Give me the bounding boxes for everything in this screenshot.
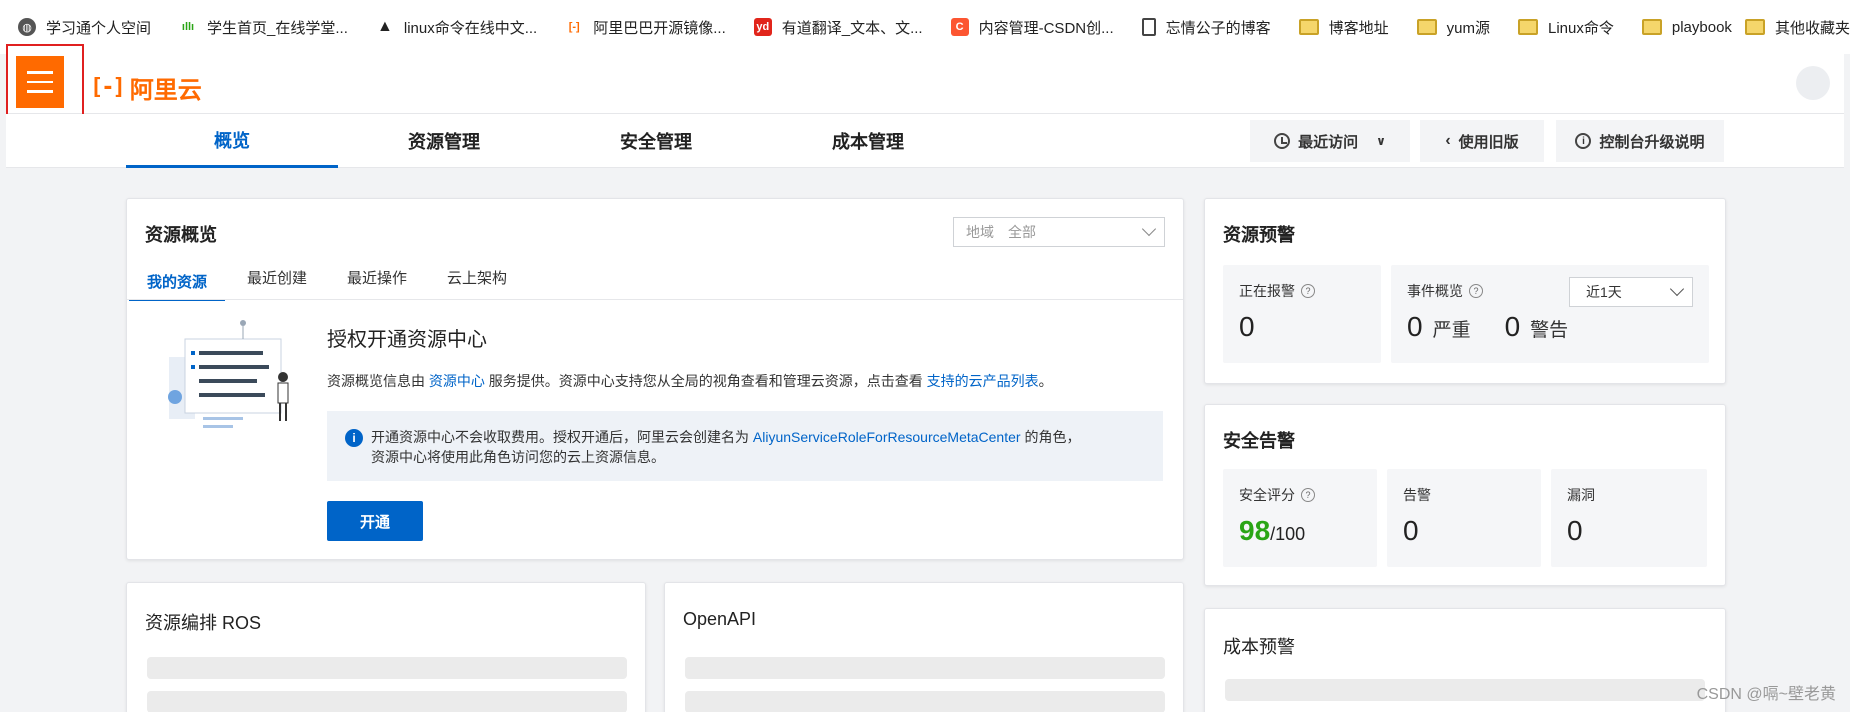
bookmark-folder[interactable]: yum源 [1416, 17, 1490, 38]
watermark: CSDN @嗝~壁老黄 [1696, 686, 1836, 703]
bookmark-item[interactable]: C 内容管理-CSDN创... [950, 17, 1114, 38]
clock-icon [1274, 133, 1291, 149]
avatar[interactable] [1796, 66, 1830, 100]
help-icon[interactable]: ? [1469, 284, 1483, 298]
tab-overview[interactable]: 概览 [126, 114, 338, 168]
top-header: [-] 阿里云 [6, 54, 1844, 114]
folder-icon [1416, 19, 1437, 35]
bookmark-item[interactable]: ▲ linux命令在线中文... [376, 17, 537, 38]
page-icon [1141, 18, 1156, 36]
period-select[interactable]: 近1天 [1569, 277, 1693, 307]
security-score: 98/100 [1239, 515, 1306, 546]
subtab-my-resources[interactable]: 我的资源 [129, 263, 226, 301]
folder-icon [1744, 19, 1765, 35]
youdao-icon: yd [753, 18, 772, 36]
subtab-recent-created[interactable]: 最近创建 [247, 263, 307, 301]
bookmarks-bar: ◍ 学习通个人空间 ıllı 学生首页_在线学堂... ▲ linux命令在线中… [0, 0, 1850, 54]
bookmark-folder[interactable]: 博客地址 [1298, 17, 1389, 38]
bookmark-item[interactable]: [-] 阿里巴巴开源镜像... [565, 17, 726, 38]
loading-skeleton [147, 657, 627, 679]
penguin-icon: ▲ [376, 18, 393, 35]
auth-title: 授权开通资源中心 [327, 329, 487, 351]
info-icon: i [1575, 133, 1592, 149]
resource-subtabs: 我的资源 最近创建 最近操作 云上架构 [129, 263, 547, 301]
card-title: 资源编排 ROS [145, 613, 262, 633]
loading-skeleton [685, 691, 1165, 712]
openapi-card: OpenAPI [664, 582, 1184, 712]
chevron-down-icon: ∨ [1376, 134, 1386, 148]
help-icon[interactable]: ? [1301, 488, 1315, 502]
help-icon[interactable]: ? [1301, 284, 1315, 298]
globe-icon: ◍ [18, 18, 36, 36]
menu-line [27, 71, 53, 74]
open-button[interactable]: 开通 [327, 501, 423, 541]
aliyun-icon: [-] [568, 21, 580, 33]
tab-cost-management[interactable]: 成本管理 [762, 114, 974, 168]
upgrade-note-button[interactable]: i 控制台升级说明 [1556, 120, 1724, 162]
other-bookmarks[interactable]: 其他收藏夹 [1732, 0, 1850, 54]
role-name: AliyunServiceRoleForResourceMetaCenter [752, 429, 1021, 445]
bookmark-item[interactable]: ◍ 学习通个人空间 [18, 17, 151, 38]
old-version-button[interactable]: ‹ 使用旧版 [1420, 120, 1544, 162]
bookmark-item[interactable]: yd 有道翻译_文本、文... [753, 17, 923, 38]
tab-security-management[interactable]: 安全管理 [550, 114, 762, 168]
ros-card: 资源编排 ROS [126, 582, 646, 712]
loading-skeleton [147, 691, 627, 712]
folder-icon [1518, 19, 1538, 35]
tab-resource-management[interactable]: 资源管理 [338, 114, 550, 168]
region-select[interactable]: 地域 全部 [953, 217, 1165, 247]
alarming-tile[interactable]: 正在报警 ? 0 [1223, 265, 1381, 363]
alarming-count: 0 [1239, 311, 1255, 342]
security-alert-card: 安全告警 安全评分 ? 98/100 告警 0 漏洞 0 [1204, 404, 1726, 586]
subtab-cloud-architecture[interactable]: 云上架构 [447, 263, 507, 301]
vulnerabilities-count: 0 [1567, 515, 1583, 546]
events-tile: 事件概览 ? 近1天 0 严重 0 警告 [1391, 265, 1709, 363]
menu-line [27, 80, 53, 84]
card-title: OpenAPI [683, 609, 757, 629]
chevron-down-icon [1669, 281, 1685, 297]
aliyun-logo[interactable]: [-] 阿里云 [90, 70, 202, 105]
vulnerabilities-tile[interactable]: 漏洞 0 [1551, 469, 1707, 567]
bookmark-folder[interactable]: playbook [1641, 19, 1732, 36]
critical-count: 0 [1407, 311, 1423, 342]
auth-description: 资源概览信息由 资源中心 服务提供。资源中心支持您从全局的视角查看和管理云资源，… [327, 373, 1053, 389]
bookmark-item[interactable]: 忘情公子的博客 [1141, 17, 1271, 38]
resource-center-illustration [168, 320, 289, 428]
info-icon: i [345, 429, 363, 447]
resource-center-link[interactable]: 资源中心 [429, 373, 485, 389]
card-title: 安全告警 [1223, 431, 1295, 451]
notice-box: i 开通资源中心不会收取费用。授权开通后，阿里云会创建名为 AliyunServ… [327, 411, 1163, 481]
wave-icon: ıllı [181, 21, 195, 33]
alerts-tile[interactable]: 告警 0 [1387, 469, 1541, 567]
subtab-recent-operations[interactable]: 最近操作 [347, 263, 407, 301]
menu-line [27, 90, 53, 93]
chevron-left-icon: ‹ [1445, 132, 1451, 149]
chevron-down-icon [1141, 221, 1157, 237]
card-title: 资源预警 [1223, 225, 1295, 245]
card-title: 成本预警 [1223, 637, 1295, 657]
loading-skeleton [685, 657, 1165, 679]
supported-products-link[interactable]: 支持的云产品列表 [927, 373, 1039, 389]
card-title: 资源概览 [145, 225, 217, 245]
warning-count: 0 [1504, 311, 1521, 342]
folder-icon [1641, 19, 1662, 35]
bookmark-folder[interactable]: Linux命令 [1518, 17, 1614, 38]
main-tab-strip: 概览 资源管理 安全管理 成本管理 最近访问 ∨ ‹ 使用旧版 i 控制台升级说… [6, 114, 1844, 168]
loading-skeleton [1225, 679, 1705, 701]
folder-icon [1298, 19, 1319, 35]
aliyun-logo-icon: [-] [90, 75, 126, 100]
bookmark-item[interactable]: ıllı 学生首页_在线学堂... [179, 17, 348, 38]
divider [127, 299, 1183, 300]
hamburger-menu-button[interactable] [16, 56, 64, 108]
brand-name: 阿里云 [129, 77, 202, 104]
resource-overview-card: 资源概览 地域 全部 我的资源 最近创建 最近操作 云上架构 授权开通资源中心 … [126, 198, 1184, 560]
resource-alert-card: 资源预警 正在报警 ? 0 事件概览 ? 近1天 0 严重 0 警告 [1204, 198, 1726, 384]
alerts-count: 0 [1403, 515, 1419, 546]
cost-alert-card: 成本预警 [1204, 608, 1726, 712]
security-score-tile[interactable]: 安全评分 ? 98/100 [1223, 469, 1377, 567]
recent-visits-button[interactable]: 最近访问 ∨ [1250, 120, 1410, 162]
csdn-icon: C [950, 18, 969, 36]
